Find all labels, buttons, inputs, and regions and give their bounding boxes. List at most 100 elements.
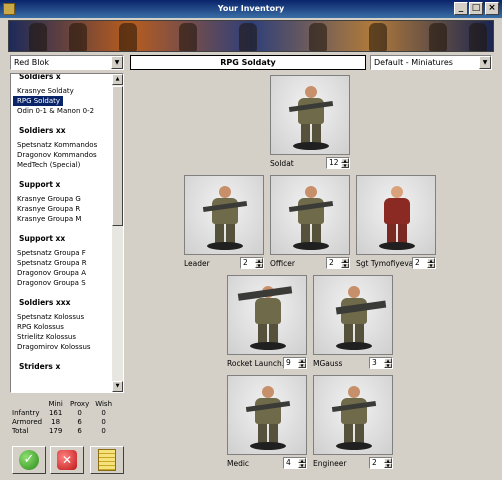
quantity-value: 3 [372,358,377,367]
mini-card: Soldat 12 ▲ ▼ [270,75,352,173]
header-banner-image [8,20,494,52]
list-item[interactable]: Spetsnatz Kommandos [13,140,113,150]
mini-card: Medic 4 ▲ ▼ [227,375,309,473]
list-item[interactable]: Dragomirov Kolossus [13,342,113,352]
spin-down-icon[interactable]: ▼ [341,163,349,168]
miniature-photo [227,275,307,355]
mini-card-label: Rocket Launch. [227,359,285,368]
list-item-selected[interactable]: RPG Soldaty [13,96,64,106]
ok-button[interactable]: ✓ [12,446,46,474]
minimize-button[interactable]: _ [454,2,468,15]
list-group-header: Soldiers x [19,73,61,81]
spin-down-icon[interactable]: ▼ [341,263,349,268]
stats-cell: 6 [77,418,82,426]
quantity-value: 9 [286,358,291,367]
unit-title: RPG Soldaty [130,55,366,70]
mini-card-label: Medic [227,459,250,468]
spin-down-icon[interactable]: ▼ [427,263,435,268]
list-group-header: Soldiers xxx [19,298,71,307]
unit-list[interactable]: Soldiers x Krasnye Soldaty RPG Soldaty O… [10,73,124,393]
spin-down-icon[interactable]: ▼ [384,463,392,468]
quantity-stepper[interactable]: 2 ▲ ▼ [412,257,436,269]
list-item[interactable]: Spetsnatz Groupa R [13,258,113,268]
ok-check-icon: ✓ [19,450,39,470]
spin-down-icon[interactable]: ▼ [384,363,392,368]
list-item[interactable]: RPG Kolossus [13,322,113,332]
stats-cell: 18 [51,418,61,426]
miniature-photo [184,175,264,255]
stats-cell: 6 [77,427,82,435]
mini-card: Engineer 2 ▲ ▼ [313,375,395,473]
list-item[interactable]: Krasnye Groupa G [13,194,113,204]
maximize-button[interactable]: □ [469,2,483,15]
spin-down-icon[interactable]: ▼ [298,463,306,468]
spin-down-icon[interactable]: ▼ [255,263,263,268]
list-item[interactable]: Spetsnatz Kolossus [13,312,113,322]
list-item[interactable]: MedTech (Special) [13,160,113,170]
quantity-stepper[interactable]: 9 ▲ ▼ [283,357,307,369]
stats-cell: 0 [77,409,82,417]
list-item[interactable]: Dragonov Groupa S [13,278,113,288]
mini-card-label: Engineer [313,459,347,468]
quantity-stepper[interactable]: 2 ▲ ▼ [240,257,264,269]
chevron-down-icon[interactable]: ▼ [111,56,123,69]
scroll-thumb[interactable] [112,86,123,226]
mini-card-label: Sgt Tymofiyeva [356,259,414,268]
spin-down-icon[interactable]: ▼ [298,363,306,368]
stats-row-label: Total [12,427,29,435]
list-item[interactable]: Krasnye Groupa M [13,214,113,224]
window-title: Your Inventory [217,4,285,13]
title-bar: Your Inventory _ □ × [0,0,502,18]
stats-header [12,400,45,409]
mini-card-label: Soldat [270,159,294,168]
view-select[interactable]: Default - Miniatures ▼ [370,55,492,70]
mini-card: Sgt Tymofiyeva 2 ▲ ▼ [356,175,438,273]
list-group-header: Support xx [19,234,66,243]
stats-cell: 179 [48,427,63,435]
list-item[interactable]: Krasnye Groupa R [13,204,113,214]
stats-row-label: Armored [12,418,43,426]
list-item[interactable]: Spetsnatz Groupa F [13,248,113,258]
stats-cell: 0 [101,409,106,417]
list-item[interactable]: Odin 0-1 & Manon 0-2 [13,106,113,116]
miniature-photo [313,275,393,355]
stats-cell: 0 [101,418,106,426]
quantity-value: 2 [372,458,377,467]
cancel-x-icon: ✕ [57,450,77,470]
list-item[interactable]: Krasnye Soldaty [13,86,113,96]
stats-header: Proxy [70,400,90,408]
quantity-stepper[interactable]: 4 ▲ ▼ [283,457,307,469]
cancel-button[interactable]: ✕ [50,446,84,474]
notes-button[interactable] [90,446,124,474]
quantity-stepper[interactable]: 12 ▲ ▼ [326,157,350,169]
close-button[interactable]: × [485,2,499,15]
chevron-down-icon[interactable]: ▼ [479,56,491,69]
scroll-down-arrow-icon[interactable]: ▼ [112,381,123,392]
mini-card-label: Officer [270,259,295,268]
mini-card-label: MGauss [313,359,343,368]
miniature-photo [313,375,393,455]
list-item[interactable]: Dragonov Kommandos [13,150,113,160]
mini-card: Leader 2 ▲ ▼ [184,175,266,273]
scroll-up-arrow-icon[interactable]: ▲ [112,74,123,85]
quantity-value: 2 [415,258,420,267]
quantity-stepper[interactable]: 2 ▲ ▼ [326,257,350,269]
list-item[interactable]: Dragonov Groupa A [13,268,113,278]
stats-header: Mini [48,400,63,408]
quantity-value: 2 [243,258,248,267]
inventory-stats: Mini Proxy Wish Infantry 161 0 0 Armored… [12,400,122,436]
mini-card: Rocket Launch. 9 ▲ ▼ [227,275,309,373]
quantity-value: 4 [286,458,291,467]
faction-select[interactable]: Red Blok ▼ [10,55,124,70]
mini-card: MGauss 3 ▲ ▼ [313,275,395,373]
mini-card: Officer 2 ▲ ▼ [270,175,352,273]
quantity-value: 2 [329,258,334,267]
stats-cell: 161 [48,409,63,417]
miniature-photo [270,75,350,155]
quantity-stepper[interactable]: 3 ▲ ▼ [369,357,393,369]
app-icon [3,3,15,15]
list-group-header: Support x [19,180,61,189]
list-scrollbar[interactable]: ▲ ▼ [112,74,123,392]
quantity-stepper[interactable]: 2 ▲ ▼ [369,457,393,469]
list-item[interactable]: Strielitz Kolossus [13,332,113,342]
